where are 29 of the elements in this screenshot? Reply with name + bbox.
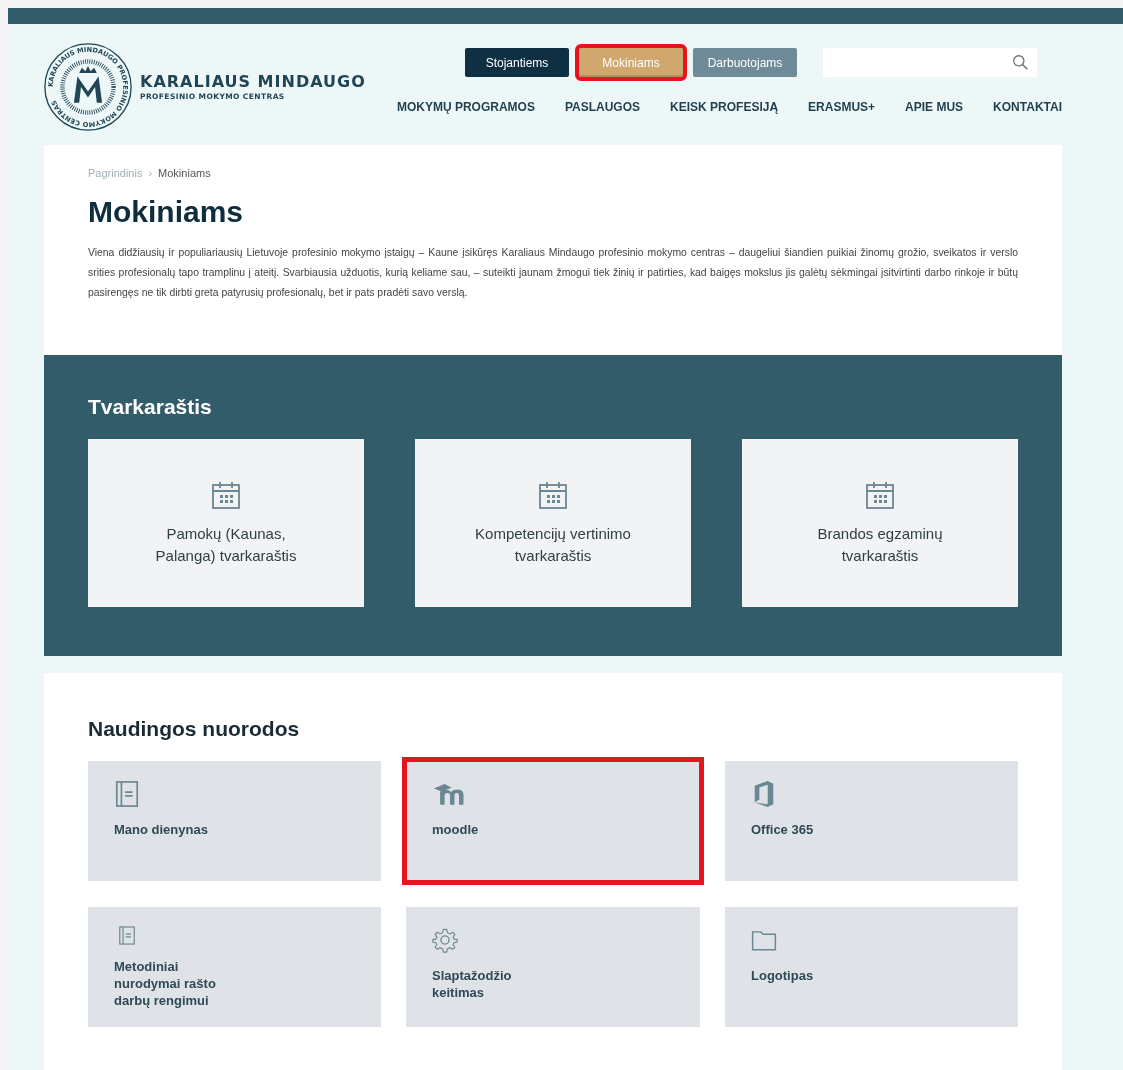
nav-link[interactable]: MOKYMŲ PROGRAMOS — [396, 100, 535, 114]
page-title: Mokiniams — [88, 195, 245, 229]
calendar-icon — [210, 479, 242, 511]
chevron-icon: › — [148, 167, 153, 179]
section-heading: Naudingos nuorodos — [88, 717, 301, 741]
search-field[interactable] — [823, 48, 1037, 77]
link-tile[interactable]: Office 365 — [725, 761, 1018, 881]
schedule-card[interactable]: Pamokų (Kaunas, Palanga) tvarkaraštis — [88, 439, 364, 607]
link-tile[interactable]: Mano dienynas — [88, 761, 381, 881]
intro-paragraph: Viena didžiausių ir populiariausių Lietuvoje profesinio mokymo įstaigų – Kaune įsikūręs Karaliaus Mindaugo profesinio mokymo centras – daugeliui šiandien puikiai žinomų grožio, sveikatos ir verslo srities profesionalų tapo tramplinu į ateitį. Svarbiausia užduotis, kurią keliame sau, – suteikti jaunam žmogui tiek žinių ir patirties, kad baigęs mokslus jis galėtų sėkmingai įsitvirtinti darbo rinkoje ir būtų pasirengęs ne tik dirbti greta patyrusių profesionalų, bet ir pats pradėti savo verslą. — [88, 246, 1018, 300]
nav-link[interactable]: APIE MUS — [905, 100, 964, 114]
nav-link[interactable]: PASLAUGOS — [564, 100, 641, 114]
link-tile[interactable]: Metodiniai nurodymai rašto darbų rengimui — [88, 907, 381, 1027]
audience-tab[interactable]: Darbuotojams — [693, 48, 797, 77]
breadcrumb-link[interactable]: Mokiniams — [158, 167, 211, 179]
section-heading: Tvarkaraštis — [88, 395, 213, 419]
search-icon[interactable] — [1012, 54, 1029, 71]
logo-title: KARALIAUS MINDAUGO — [140, 72, 366, 91]
nav-link[interactable]: KONTAKTAI — [993, 100, 1062, 114]
schedule-card[interactable]: Kompetencijų vertinimo tvarkaraštis — [415, 439, 691, 607]
link-tile[interactable]: Logotipas — [725, 907, 1018, 1027]
schedule-card[interactable]: Brandos egzaminų tvarkaraštis — [742, 439, 1018, 607]
nav-link[interactable]: KEISK PROFESIJĄ — [670, 100, 779, 114]
calendar-icon — [537, 479, 569, 511]
audience-tab[interactable]: Stojantiems — [465, 48, 569, 77]
notebook-icon — [114, 779, 140, 809]
calendar-icon — [864, 479, 896, 511]
link-tile[interactable]: Slaptažodžio keitimas — [406, 907, 700, 1027]
nav-link[interactable]: ERASMUS+ — [808, 100, 876, 114]
